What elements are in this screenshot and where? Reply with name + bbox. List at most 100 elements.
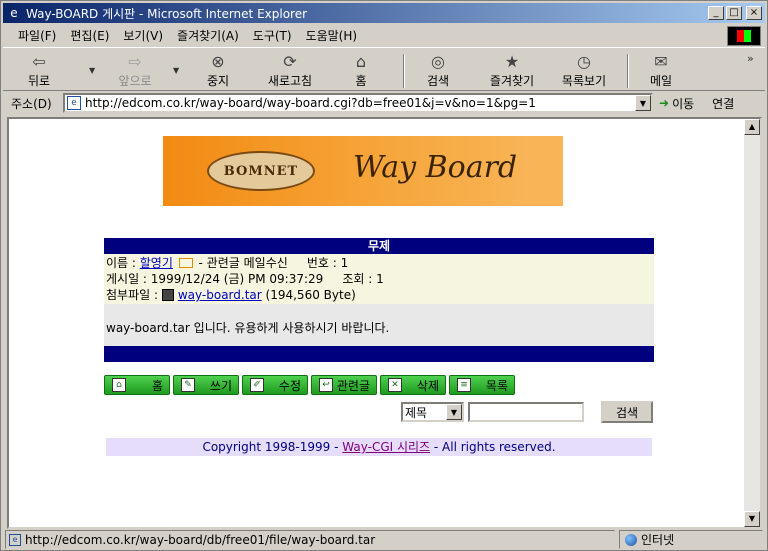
menu-view[interactable]: 보기(V) <box>116 27 170 44</box>
refresh-button[interactable]: ⟳ 새로고침 <box>259 52 321 90</box>
forward-label: 앞으로 <box>118 74 152 88</box>
way-board-banner: BOMNET Way Board <box>163 136 593 206</box>
history-button[interactable]: ◷ 목록보기 <box>553 52 615 90</box>
forward-dropdown-icon[interactable]: ▼ <box>173 66 179 75</box>
post-number: 1 <box>340 256 349 270</box>
back-arrow-icon: ⇦ <box>32 52 46 71</box>
toolbar-overflow-icon[interactable]: » <box>747 52 754 65</box>
close-button[interactable]: × <box>746 6 762 20</box>
menu-edit[interactable]: 편집(E) <box>63 27 116 44</box>
address-dropdown-icon[interactable]: ▼ <box>635 95 651 111</box>
address-url[interactable]: http://edcom.co.kr/way-board/way-board.c… <box>85 96 635 110</box>
related-post-button[interactable]: ↩ 관련글 <box>311 375 377 395</box>
menu-help[interactable]: 도움말(H) <box>299 27 365 44</box>
go-arrow-icon: ➜ <box>659 96 670 110</box>
list-label: 목록 <box>485 378 508 393</box>
post-footer-bar <box>104 346 654 362</box>
post-title: 무제 <box>104 238 654 254</box>
post-date: 1999/12/24 (금) PM 09:37:29 <box>150 272 324 286</box>
disk-icon <box>161 289 174 301</box>
back-dropdown-icon[interactable]: ▼ <box>89 66 95 75</box>
home-button[interactable]: ⌂ 홈 <box>343 52 379 90</box>
browser-window: e Way-BOARD 게시판 - Microsoft Internet Exp… <box>0 0 768 551</box>
forward-button[interactable]: ⇨ 앞으로 <box>107 52 163 90</box>
copyright-prefix: Copyright 1998-1999 - <box>202 440 343 454</box>
post-views: 1 <box>376 272 384 286</box>
history-label: 목록보기 <box>561 74 607 88</box>
mail-label: 메일 <box>649 74 673 88</box>
search-field-value: 제목 <box>405 405 428 420</box>
search-submit-button[interactable]: 검색 <box>601 401 653 423</box>
status-url: http://edcom.co.kr/way-board/db/free01/f… <box>25 532 376 547</box>
forward-arrow-icon: ⇨ <box>128 52 142 71</box>
maximize-button[interactable]: □ <box>726 6 742 20</box>
menu-favorites[interactable]: 즐겨찾기(A) <box>170 27 246 44</box>
search-button[interactable]: ◎ 검색 <box>417 52 459 90</box>
favorites-label: 즐겨찾기 <box>489 74 535 88</box>
mail-button[interactable]: ✉ 메일 <box>643 52 679 90</box>
pencil-icon: ✎ <box>181 378 195 392</box>
scroll-down-icon[interactable]: ▼ <box>744 511 760 527</box>
delete-label: 삭제 <box>416 378 439 393</box>
attachment-link[interactable]: way-board.tar <box>178 288 262 302</box>
way-cgi-series-link[interactable]: Way-CGI 시리즈 <box>342 440 430 454</box>
scroll-up-icon[interactable]: ▲ <box>744 119 760 135</box>
bomnet-logo: BOMNET <box>207 151 315 191</box>
name-label: 이름 : <box>106 256 140 270</box>
home-board-button[interactable]: ⌂ 홈 <box>104 375 170 395</box>
banner-edge <box>563 136 593 206</box>
attach-label: 첨부파일 : <box>106 288 162 302</box>
number-label: 번호 : <box>306 256 341 270</box>
author-link[interactable]: 할영기 <box>140 256 173 270</box>
house-icon: ⌂ <box>112 378 126 392</box>
windows-logo-icon <box>727 26 761 46</box>
search-field-select[interactable]: 제목 ▼ <box>401 402 464 422</box>
go-button[interactable]: ➜ 이동 <box>659 95 694 112</box>
back-button[interactable]: ⇦ 뒤로 <box>17 52 61 90</box>
page-icon: e <box>67 96 81 110</box>
minimize-button[interactable]: _ <box>708 6 724 20</box>
banner-title: Way Board <box>353 150 518 185</box>
links-button[interactable]: 연결 <box>712 95 734 112</box>
reply-mail-label: - 관련글 메일수신 <box>194 256 288 270</box>
post-meta: 이름 : 할영기 - 관련글 메일수신 번호 : 1 게시일 : 1999/12… <box>104 254 654 304</box>
standard-toolbar: ⇦ 뒤로 ▼ ⇨ 앞으로 ▼ ⊗ 중지 ⟳ 새로고침 ⌂ 홈 ◎ 검색 ★ 즐겨… <box>3 47 765 91</box>
mail-icon: ✉ <box>654 52 668 71</box>
mail-envelope-icon[interactable] <box>178 258 193 268</box>
address-input[interactable]: e http://edcom.co.kr/way-board/way-board… <box>63 93 653 113</box>
menu-bar: 파일(F) 편집(E) 보기(V) 즐겨찾기(A) 도구(T) 도움말(H) <box>3 25 765 45</box>
date-label: 게시일 : <box>106 272 151 286</box>
edit-button[interactable]: ✐ 수정 <box>242 375 308 395</box>
refresh-icon: ⟳ <box>283 52 297 71</box>
list-button[interactable]: ≡ 목록 <box>449 375 515 395</box>
post-view: 무제 이름 : 할영기 - 관련글 메일수신 번호 : 1 게시일 : 1999… <box>104 238 654 362</box>
select-dropdown-icon[interactable]: ▼ <box>446 404 462 420</box>
go-label: 이동 <box>672 96 695 111</box>
address-bar: 주소(D) e http://edcom.co.kr/way-board/way… <box>3 92 765 114</box>
copyright-suffix: - All rights reserved. <box>430 440 556 454</box>
ie-icon: e <box>10 6 18 20</box>
board-button-row: ⌂ 홈 ✎ 쓰기 ✐ 수정 ↩ 관련글 ✕ 삭제 ≡ 목록 <box>104 375 524 395</box>
security-zone: 인터넷 <box>619 530 763 549</box>
address-label: 주소(D) <box>11 96 52 111</box>
views-label: 조회 : <box>342 272 377 286</box>
reply-icon: ↩ <box>319 378 333 392</box>
vertical-scrollbar[interactable]: ▲ ▼ <box>744 119 760 527</box>
stop-button[interactable]: ⊗ 중지 <box>197 52 239 90</box>
favorites-button[interactable]: ★ 즐겨찾기 <box>481 52 543 90</box>
window-title: Way-BOARD 게시판 - Microsoft Internet Explo… <box>26 6 308 21</box>
delete-icon: ✕ <box>388 378 402 392</box>
search-input[interactable] <box>468 402 584 422</box>
edit-icon: ✐ <box>250 378 264 392</box>
home-board-label: 홈 <box>151 378 163 393</box>
write-button[interactable]: ✎ 쓰기 <box>173 375 239 395</box>
status-page-icon: e <box>9 533 21 546</box>
menu-tools[interactable]: 도구(T) <box>246 27 299 44</box>
delete-button[interactable]: ✕ 삭제 <box>380 375 446 395</box>
related-label: 관련글 <box>336 378 370 393</box>
history-icon: ◷ <box>577 52 591 71</box>
page-viewport: BOMNET Way Board 무제 이름 : 할영기 - 관련글 메일수신 … <box>7 117 762 529</box>
date-row: 게시일 : 1999/12/24 (금) PM 09:37:29 조회 : 1 <box>106 271 652 287</box>
attachment-size: (194,560 Byte) <box>265 288 356 302</box>
menu-file[interactable]: 파일(F) <box>11 27 63 44</box>
